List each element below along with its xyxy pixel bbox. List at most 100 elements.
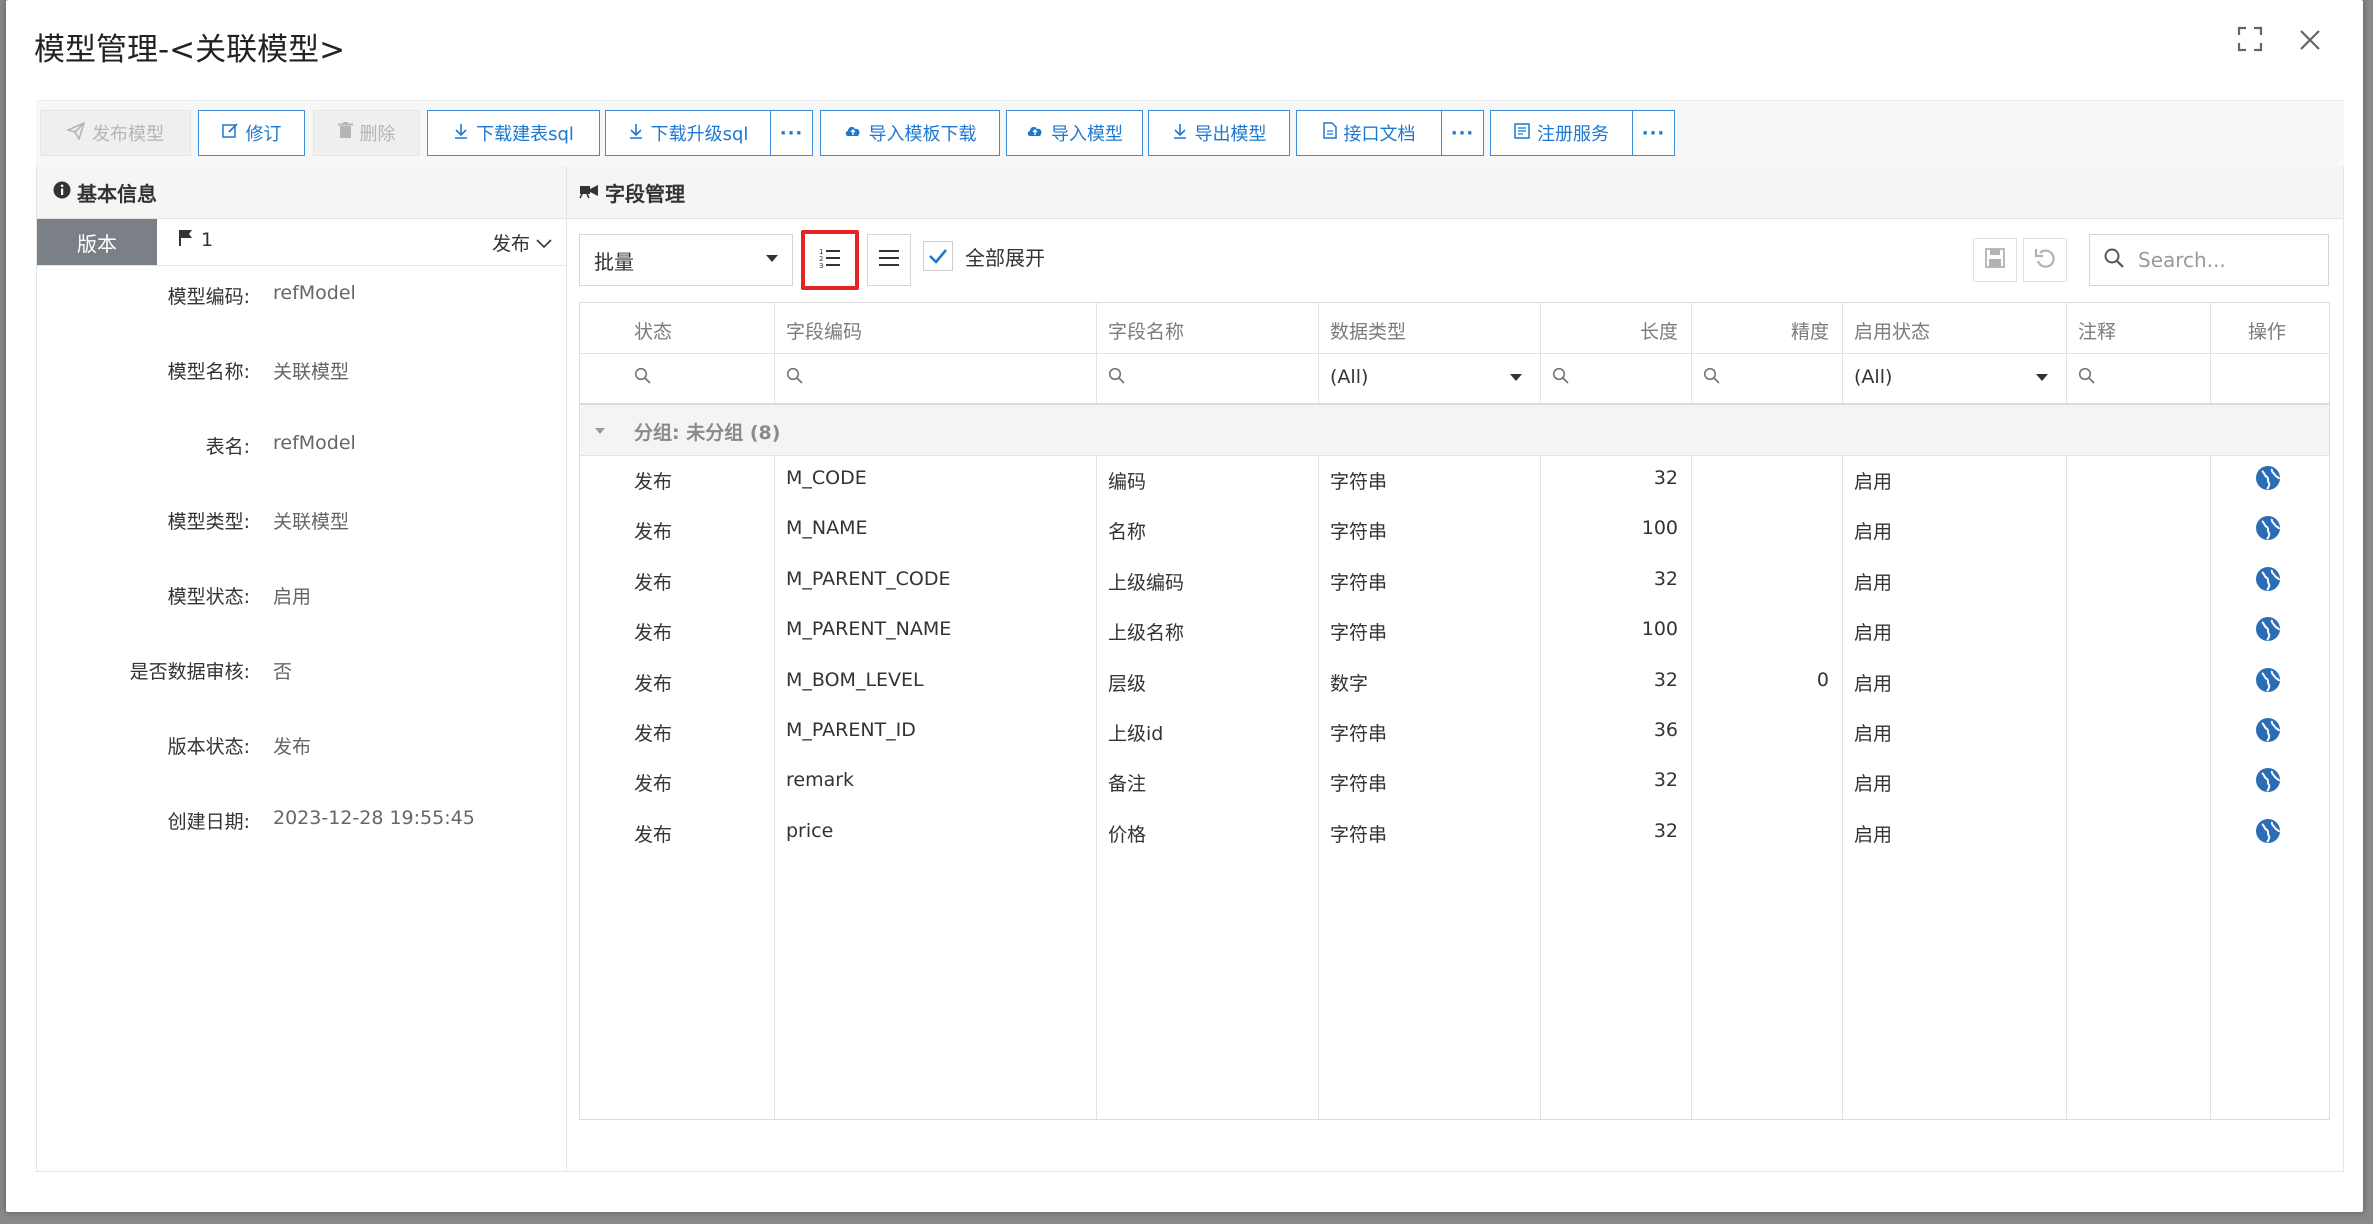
globe-icon[interactable]: [2255, 515, 2281, 541]
column-header-data-type[interactable]: 数据类型: [1330, 317, 1406, 344]
export-model-button[interactable]: 导出模型: [1148, 110, 1290, 156]
ordered-list-button[interactable]: 123: [801, 230, 859, 290]
cell-field-name: 编码: [1108, 471, 1147, 493]
table-row[interactable]: 发布 M_PARENT_CODE 上级编码 字符串 32 启用: [580, 556, 2329, 606]
list-view-button[interactable]: [867, 234, 911, 286]
filter-data-type-select[interactable]: (All): [1330, 366, 1526, 388]
globe-icon[interactable]: [2255, 818, 2281, 844]
cell-field-code: M_BOM_LEVEL: [786, 668, 924, 691]
edit-icon: [221, 122, 239, 144]
chevron-down-icon: [536, 232, 552, 254]
cell-length: 100: [1641, 517, 1678, 540]
cell-enabled-status: 启用: [1854, 471, 1893, 493]
table-row[interactable]: 发布 M_NAME 名称 字符串 100 启用: [580, 505, 2329, 555]
search-box: [2089, 234, 2329, 286]
field-management-icon: [579, 180, 599, 204]
filter-length-search-icon[interactable]: [1552, 367, 1569, 389]
globe-icon[interactable]: [2255, 667, 2281, 693]
cell-status: 发布: [634, 723, 673, 745]
table-row[interactable]: 发布 M_PARENT_NAME 上级名称 字符串 100 启用: [580, 606, 2329, 656]
more-service-button[interactable]: ···: [1632, 110, 1675, 156]
ordered-list-icon: 123: [819, 247, 841, 273]
table-row[interactable]: 发布 M_CODE 编码 字符串 32 启用: [580, 455, 2329, 505]
column-header-comment[interactable]: 注释: [2078, 317, 2116, 344]
collapse-triangle-icon[interactable]: [594, 419, 606, 441]
expand-all-checkbox[interactable]: 全部展开: [923, 241, 1045, 271]
more-doc-button[interactable]: ···: [1441, 110, 1484, 156]
cell-status: 发布: [634, 521, 673, 544]
globe-icon[interactable]: [2255, 566, 2281, 592]
cell-field-code: M_PARENT_ID: [786, 719, 916, 741]
table-row[interactable]: 发布 remark 备注 字符串 32 启用: [580, 757, 2329, 807]
cloud-upload-icon: [844, 123, 862, 143]
revise-button[interactable]: 修订: [198, 110, 305, 156]
column-header-enabled-status[interactable]: 启用状态: [1854, 317, 1930, 344]
cell-data-type: 字符串: [1330, 723, 1388, 745]
cell-enabled-status: 启用: [1854, 773, 1893, 796]
table-row[interactable]: 发布 M_PARENT_ID 上级id 字符串 36 启用: [580, 707, 2329, 757]
caret-down-icon: [766, 255, 778, 262]
filter-name-search-icon[interactable]: [1108, 367, 1125, 389]
cell-field-name: 上级编码: [1108, 571, 1185, 594]
api-doc-button[interactable]: 接口文档: [1296, 110, 1442, 156]
table-row[interactable]: 发布 price 价格 字符串 32 启用: [580, 808, 2329, 858]
register-service-button[interactable]: 注册服务: [1490, 110, 1633, 156]
cell-data-type: 字符串: [1330, 521, 1388, 544]
column-header-precision[interactable]: 精度: [1691, 317, 1829, 344]
grid-filter-row: (All) (All): [580, 353, 2329, 405]
basic-info-panel: 基本信息 版本 1 发布 模型编码: refModel 模型名称: 关联模型 表…: [36, 166, 567, 1172]
version-number: 1: [179, 229, 213, 251]
filter-precision-search-icon[interactable]: [1703, 367, 1720, 389]
cell-data-type: 数字: [1330, 672, 1369, 695]
cell-field-code: M_PARENT_CODE: [786, 567, 951, 590]
filter-status-search-icon[interactable]: [634, 367, 651, 389]
cell-status: 发布: [634, 571, 673, 594]
maximize-icon[interactable]: [2233, 26, 2267, 60]
column-header-field-name[interactable]: 字段名称: [1108, 317, 1184, 344]
caret-down-icon: [1510, 374, 1522, 381]
cell-field-code: M_CODE: [786, 467, 867, 489]
column-header-field-code[interactable]: 字段编码: [786, 317, 862, 344]
close-icon[interactable]: [2293, 26, 2327, 60]
filter-code-search-icon[interactable]: [786, 367, 803, 389]
filter-comment-search-icon[interactable]: [2078, 367, 2095, 389]
column-header-length[interactable]: 长度: [1540, 317, 1678, 344]
cell-length: 32: [1653, 769, 1678, 792]
checkbox-checked: [923, 241, 953, 271]
cell-data-type: 字符串: [1330, 622, 1388, 645]
download-upgrade-sql-button[interactable]: 下载升级sql: [605, 110, 771, 156]
group-row-ungrouped[interactable]: 分组: 未分组 (8): [580, 405, 2329, 456]
basic-info-header: 基本信息: [37, 166, 566, 219]
undo-button[interactable]: [2023, 238, 2067, 282]
dialog-controls: [2233, 26, 2327, 60]
save-button[interactable]: [1973, 238, 2017, 282]
cell-enabled-status: 启用: [1854, 672, 1893, 695]
search-icon: [2104, 248, 2124, 272]
batch-dropdown[interactable]: 批量: [579, 234, 793, 286]
cell-data-type: 字符串: [1330, 571, 1388, 594]
globe-icon[interactable]: [2255, 717, 2281, 743]
cell-field-code: remark: [786, 769, 855, 792]
import-template-download-button[interactable]: 导入模板下载: [820, 110, 1000, 156]
info-icon: [53, 180, 71, 204]
version-status-dropdown[interactable]: 发布: [492, 229, 552, 256]
download-create-sql-button[interactable]: 下载建表sql: [427, 110, 600, 156]
globe-icon[interactable]: [2255, 465, 2281, 491]
table-row[interactable]: 发布 M_BOM_LEVEL 层级 数字 32 0 启用: [580, 657, 2329, 707]
search-input[interactable]: [2136, 247, 2320, 273]
globe-icon[interactable]: [2255, 616, 2281, 642]
grid-header-row: 状态 字段编码 字段名称 数据类型 长度 精度 启用状态 注释 操作: [580, 303, 2329, 354]
delete-button[interactable]: 删除: [313, 110, 420, 156]
cell-enabled-status: 启用: [1854, 571, 1893, 594]
cell-status: 发布: [634, 672, 673, 695]
version-tab[interactable]: 版本: [37, 219, 157, 265]
cell-field-code: price: [786, 819, 834, 842]
cell-field-name: 价格: [1108, 823, 1147, 846]
publish-model-button[interactable]: 发布模型: [40, 110, 191, 156]
import-model-button[interactable]: 导入模型: [1006, 110, 1143, 156]
document-icon: [1322, 122, 1337, 144]
filter-enabled-status-select[interactable]: (All): [1854, 366, 2052, 388]
more-sql-button[interactable]: ···: [770, 110, 813, 156]
column-header-status[interactable]: 状态: [634, 317, 672, 344]
globe-icon[interactable]: [2255, 767, 2281, 793]
